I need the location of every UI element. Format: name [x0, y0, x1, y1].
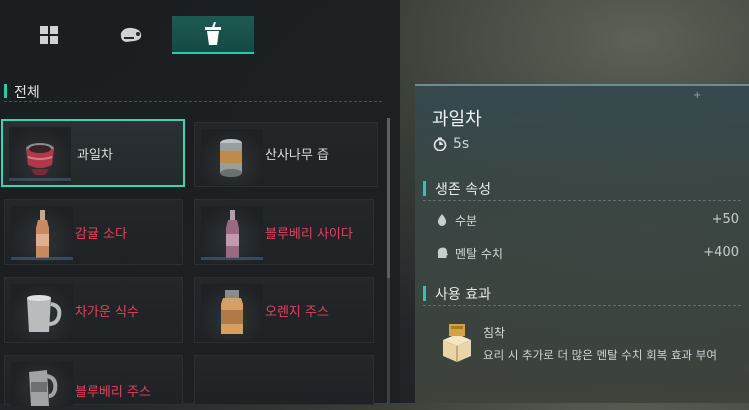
- category-header: 전체: [4, 82, 382, 102]
- stat-name: 멘탈 수치: [455, 247, 503, 261]
- section-divider: [423, 305, 741, 306]
- item-card-empty: [194, 355, 374, 405]
- stat-value: +50: [711, 212, 739, 227]
- item-card-fruit-tea[interactable]: 과일차: [1, 119, 185, 187]
- item-list-scrollbar-thumb[interactable]: [387, 118, 390, 278]
- section-divider: [423, 200, 741, 201]
- item-label: 블루베리 주스: [75, 385, 151, 400]
- item-card-orange-juice[interactable]: 오렌지 주스: [194, 277, 374, 343]
- category-accent-bar: [4, 84, 7, 98]
- detail-time: 5s: [433, 136, 469, 152]
- drink-cup-icon: [205, 22, 221, 45]
- item-detail-panel: + 과일차 5s 생존 속성 수분 +50 멘탈 수치 +400 사용 효과 침…: [415, 84, 749, 403]
- tab-drinks[interactable]: [172, 16, 254, 54]
- item-thumbnail: [9, 127, 71, 183]
- item-label: 블루베리 사이다: [265, 227, 353, 242]
- item-thumbnail: [11, 284, 73, 340]
- detail-title: 과일차: [432, 109, 482, 130]
- stat-name: 수분: [455, 214, 478, 228]
- section-survival: 생존 속성: [423, 178, 741, 201]
- pitcher-icon: [29, 370, 58, 406]
- effect-description: 요리 시 추가로 더 많은 멘탈 수치 회복 효과 부여: [483, 348, 717, 362]
- item-thumbnail: [201, 284, 263, 340]
- item-card-hawthorn-juice[interactable]: 산사나무 즙: [194, 122, 378, 187]
- item-thumbnail: [11, 362, 73, 406]
- item-label: 감귤 소다: [75, 227, 127, 242]
- head-icon: [437, 247, 448, 258]
- item-label: 과일차: [77, 148, 113, 163]
- mug-icon: [27, 295, 62, 332]
- grid-icon: [40, 26, 58, 44]
- item-thumbnail: [201, 206, 263, 262]
- section-accent-bar: [423, 286, 426, 301]
- jar-icon: [221, 290, 243, 334]
- item-thumbnail: [201, 129, 263, 185]
- section-title: 생존 속성: [435, 182, 491, 198]
- meat-icon: [120, 27, 142, 42]
- item-card-blueberry-juice[interactable]: 블루베리 주스: [4, 355, 183, 406]
- crate-icon: [443, 324, 471, 362]
- section-title: 사용 효과: [435, 287, 491, 303]
- item-label: 산사나무 즙: [265, 148, 329, 163]
- effect-name: 침착: [483, 326, 506, 340]
- section-use-effect: 사용 효과: [423, 283, 741, 306]
- stat-row-mental: 멘탈 수치 +400: [435, 244, 739, 264]
- section-accent-bar: [423, 181, 426, 196]
- category-divider: [4, 101, 382, 102]
- item-card-orange-soda[interactable]: 감귤 소다: [4, 199, 183, 265]
- item-thumbnail: [11, 206, 73, 262]
- item-label: 오렌지 주스: [265, 305, 329, 320]
- tab-all[interactable]: [8, 16, 90, 54]
- teapot-icon: [26, 143, 54, 175]
- bottle-icon: [36, 210, 49, 258]
- tab-food[interactable]: [90, 16, 172, 54]
- timer-icon: [433, 137, 447, 151]
- can-icon: [220, 139, 242, 177]
- item-thumbnail-base: [9, 178, 71, 181]
- item-label: 차가운 식수: [75, 305, 139, 320]
- bottle-icon: [226, 210, 239, 258]
- item-thumbnail-base: [201, 257, 263, 260]
- category-tabs: [8, 16, 256, 54]
- category-title: 전체: [14, 85, 40, 101]
- panel-corner-mark: +: [693, 90, 702, 101]
- item-card-blueberry-cider[interactable]: 블루베리 사이다: [194, 199, 374, 265]
- item-thumbnail-base: [11, 257, 73, 260]
- item-card-cold-water[interactable]: 차가운 식수: [4, 277, 183, 343]
- water-drop-icon: [437, 214, 447, 226]
- stat-value: +400: [703, 245, 739, 260]
- stat-row-hydration: 수분 +50: [435, 211, 739, 231]
- detail-time-value: 5s: [453, 136, 470, 152]
